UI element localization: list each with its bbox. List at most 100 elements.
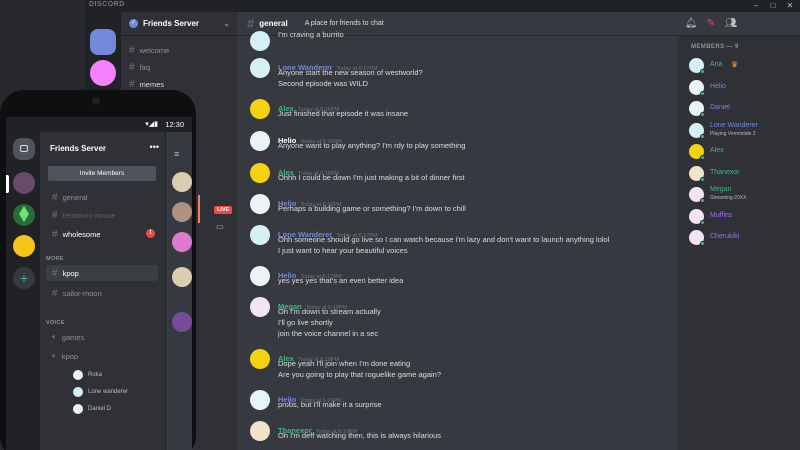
member-item[interactable]: Helio — [689, 78, 799, 98]
member-item[interactable]: Alex — [689, 142, 799, 162]
channel-title: general — [259, 19, 288, 28]
avatar[interactable] — [250, 31, 270, 51]
member-list: MEMBERS — 9 Ana ♛ Helio Daniel Lone Wanderer… — [681, 36, 800, 450]
selected-indicator — [6, 175, 9, 193]
member-name: Lone Wanderer — [710, 121, 758, 129]
home-icon[interactable] — [90, 29, 116, 55]
message-text: join the voice channel in a sec — [278, 329, 379, 338]
member-item[interactable]: Thanexor — [689, 164, 799, 184]
phone-channel-general[interactable]: # general — [46, 189, 158, 205]
channel-faq[interactable]: # faq — [121, 59, 238, 76]
online-status-icon — [700, 198, 705, 203]
avatar[interactable] — [250, 297, 270, 317]
app-brand: DISCORD — [89, 1, 125, 8]
avatar — [73, 403, 83, 414]
member-item[interactable]: Ana ♛ — [689, 56, 799, 76]
phone-server-name: Friends Server — [50, 144, 107, 153]
close-icon[interactable]: ✕ — [782, 0, 798, 12]
avatar[interactable] — [250, 163, 270, 183]
hash-icon: # — [52, 287, 58, 299]
message-text: Ohhh I could be down I'm just making a b… — [278, 173, 465, 182]
hash-icon: # — [52, 267, 58, 279]
hash-icon: # — [52, 228, 58, 240]
phone-channel-list: Friends Server ••• Invite Members # gener… — [40, 132, 165, 450]
server-icon-3[interactable] — [13, 235, 35, 257]
phone-voice-kpop[interactable]: 🔈︎ kpop — [46, 348, 158, 364]
avatar — [172, 232, 192, 252]
avatar[interactable] — [250, 390, 270, 410]
add-server-icon[interactable]: + — [13, 267, 35, 289]
avatar[interactable] — [250, 421, 270, 441]
phone-channel-sailor-moon[interactable]: # sailor-moon — [46, 285, 158, 301]
signal-icon: ▾◢▮ — [145, 121, 158, 128]
pin-icon[interactable]: ✎ — [704, 17, 718, 31]
speaker-icon: 🔈︎ — [52, 351, 57, 360]
members-icon[interactable]: 👥︎ — [724, 17, 738, 31]
phone-voice-games[interactable]: 🔈︎ games — [46, 329, 158, 345]
phone-channel-kpop[interactable]: # kpop — [46, 265, 158, 281]
avatar — [73, 386, 83, 397]
behind-phone-strip: LIVE ▭ — [192, 120, 238, 450]
channel-label: wholesome — [62, 229, 101, 239]
avatar[interactable] — [250, 349, 270, 369]
phone-side-panel: ≡ — [165, 132, 192, 450]
member-item[interactable]: Muffins — [689, 207, 799, 227]
server-name: Friends Server — [143, 19, 200, 28]
avatar[interactable] — [250, 131, 270, 151]
phone-frame: ▾◢▮ 12:30 + Friends Server ••• Invite Me… — [0, 90, 196, 450]
more-options-icon[interactable]: ••• — [150, 142, 159, 152]
member-name: Megan — [710, 186, 732, 193]
message-text: Are you going to play that roguelike gam… — [278, 370, 442, 379]
voice-user[interactable]: Daniel D — [73, 402, 111, 415]
member-item[interactable]: Cherukiki — [689, 228, 799, 248]
voice-user-name: Lone wanderer — [88, 388, 129, 395]
server-icon-friends[interactable] — [13, 172, 35, 194]
avatar — [172, 267, 192, 287]
channel-label: faq — [139, 63, 150, 72]
live-badge: LIVE — [214, 206, 233, 214]
minimize-icon[interactable]: – — [748, 0, 764, 12]
avatar[interactable] — [250, 266, 270, 286]
phone-clock: 12:30 — [165, 120, 184, 129]
message-text: Anyone start the new season of westworld… — [278, 68, 423, 77]
channel-topic: A place for friends to chat — [304, 20, 384, 27]
bell-icon[interactable]: 🔔︎ — [684, 17, 698, 31]
channel-welcome[interactable]: # welcome — [121, 42, 238, 59]
channel-label: games — [61, 332, 85, 342]
video-icon: ▭ — [216, 222, 224, 231]
server-header[interactable]: ✓ Friends Server ⌄ — [121, 12, 238, 36]
member-name: Helio — [710, 82, 726, 90]
hash-icon: # — [129, 79, 135, 90]
avatar[interactable] — [250, 58, 270, 78]
maximize-icon[interactable]: □ — [765, 0, 781, 12]
voice-user[interactable]: Roka — [73, 368, 102, 381]
hamburger-icon[interactable]: ≡ — [174, 149, 179, 159]
phone-channel-terrarium[interactable]: # terrarium-house — [46, 207, 158, 223]
hash-icon: # — [129, 45, 135, 56]
member-activity: Streaming 20XX — [710, 195, 747, 201]
voice-user[interactable]: Lone wanderer — [73, 385, 128, 398]
category-voice[interactable]: VOICE — [46, 320, 65, 326]
online-status-icon — [700, 219, 705, 225]
channel-label: memes — [139, 80, 165, 89]
invite-members-button[interactable]: Invite Members — [48, 166, 156, 181]
avatar[interactable] — [250, 99, 270, 119]
message-text: Just finished that episode it was insane — [278, 109, 409, 118]
message-text: Perhaps a building game or something? I'… — [278, 204, 466, 213]
category-more[interactable]: MORE — [46, 256, 64, 262]
member-item[interactable]: Megan Streaming 20XX — [689, 185, 799, 205]
chevron-down-icon[interactable]: ⌄ — [223, 19, 230, 28]
phone-channel-wholesome[interactable]: # wholesome 1 — [46, 226, 158, 242]
avatar[interactable] — [250, 225, 270, 245]
message-text: Dope yeah I'll join when I'm done eating — [278, 359, 411, 368]
member-item[interactable]: Daniel — [689, 99, 799, 119]
member-name: Muffins — [710, 211, 733, 219]
member-item[interactable]: Lone Wanderer Playing Vermintide 2 — [689, 121, 799, 141]
screenshot-stage: DISCORD – □ ✕ ✓ Friends Server ⌄ # welcom… — [0, 0, 800, 450]
server-icon-1[interactable] — [90, 60, 116, 86]
message-text: I'll go live shortly — [278, 318, 333, 327]
hash-icon: # — [52, 191, 58, 203]
avatar[interactable] — [250, 194, 270, 214]
message-list: I'm craving a burrito Lone Wanderer Today … — [238, 30, 678, 450]
online-status-icon — [700, 133, 705, 139]
